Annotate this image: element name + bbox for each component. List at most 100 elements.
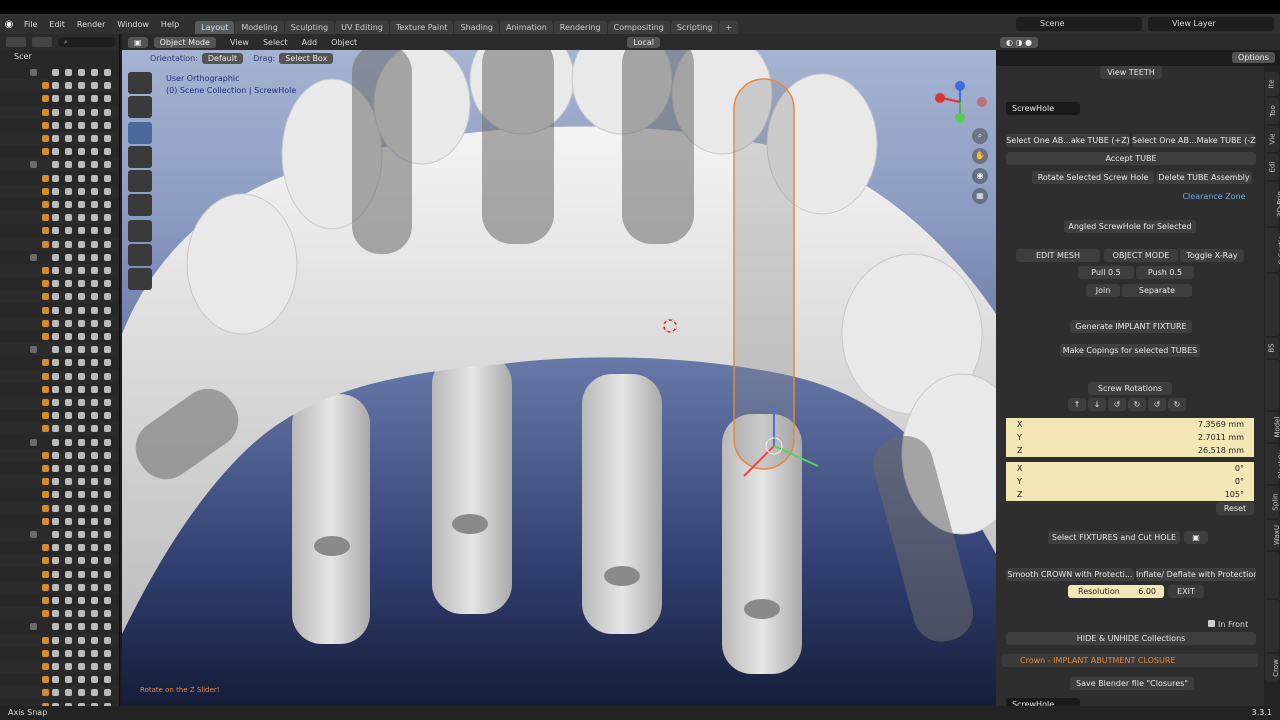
cursor-tool-icon[interactable] (128, 96, 152, 118)
checkbox-icon[interactable] (52, 148, 59, 156)
camera-icon[interactable] (104, 676, 111, 684)
tab-scripting[interactable]: Scripting (670, 21, 719, 34)
camera-icon[interactable] (104, 412, 111, 420)
monitor-icon[interactable] (91, 399, 98, 406)
monitor-icon[interactable] (91, 187, 98, 195)
checkbox-icon[interactable] (52, 544, 59, 552)
outliner-row[interactable] (0, 462, 118, 475)
resolution-field[interactable]: Resolution 6.00 (1068, 585, 1164, 598)
location-z-field[interactable]: Z 26.518 mm (1006, 444, 1254, 457)
checkbox-icon[interactable] (52, 280, 59, 288)
checkbox-icon[interactable] (52, 201, 59, 208)
checkbox-icon[interactable] (52, 253, 59, 261)
sidebar-tab[interactable]: Attachment (1265, 360, 1279, 410)
eye-icon[interactable] (78, 346, 85, 354)
eye-icon[interactable] (78, 95, 85, 103)
select-arrow-icon[interactable] (65, 491, 72, 499)
checkbox-icon[interactable] (52, 174, 59, 182)
rotation-z-field[interactable]: Z 105° (1006, 488, 1254, 501)
sidebar-tab[interactable]: ICP Registratio (1265, 274, 1279, 336)
checkbox-icon[interactable] (52, 161, 59, 169)
eye-icon[interactable] (78, 82, 85, 90)
select-arrow-icon[interactable] (65, 121, 72, 129)
select-arrow-icon[interactable] (65, 544, 72, 552)
scale-tool-icon[interactable] (128, 170, 152, 192)
select-arrow-icon[interactable] (65, 425, 72, 433)
camera-icon[interactable] (104, 108, 111, 116)
checkbox-icon[interactable] (52, 293, 59, 301)
checkbox-icon[interactable] (52, 465, 59, 472)
pull-button[interactable]: Pull 0.5 (1078, 266, 1134, 279)
monitor-icon[interactable] (91, 583, 98, 591)
camera-icon[interactable] (104, 253, 111, 261)
orientation-selector[interactable]: Default (201, 52, 244, 64)
eye-icon[interactable] (78, 267, 85, 274)
select-tool-icon[interactable] (128, 72, 152, 94)
object-mode-button[interactable]: OBJECT MODE (1104, 249, 1178, 262)
outliner-row[interactable] (0, 448, 118, 462)
pan-hand-icon[interactable]: ✋ (972, 148, 988, 164)
checkbox-icon[interactable] (52, 187, 59, 195)
monitor-icon[interactable] (91, 174, 98, 182)
outliner-row[interactable] (0, 594, 118, 607)
outliner-row[interactable] (0, 501, 118, 515)
checkbox-icon[interactable] (52, 478, 59, 486)
camera-icon[interactable] (104, 95, 111, 103)
checkbox-icon[interactable] (52, 623, 59, 631)
monitor-icon[interactable] (91, 267, 98, 274)
eye-icon[interactable] (78, 583, 85, 591)
monitor-icon[interactable] (91, 438, 98, 446)
eye-icon[interactable] (78, 663, 85, 670)
camera-icon[interactable] (104, 399, 111, 406)
outliner-row[interactable] (0, 409, 118, 422)
sidebar-tab[interactable]: Splin (1265, 486, 1280, 518)
hide-unhide-collections-button[interactable]: HIDE & UNHIDE Collections (1006, 632, 1256, 645)
camera-icon[interactable] (104, 280, 111, 288)
scene-selector[interactable]: Scene (1016, 17, 1142, 31)
annotate-tool-icon[interactable] (128, 220, 152, 242)
outliner-row[interactable] (0, 198, 118, 211)
select-arrow-icon[interactable] (65, 69, 72, 76)
select-arrow-icon[interactable] (65, 597, 72, 604)
outliner-row[interactable] (0, 660, 118, 673)
monitor-icon[interactable] (91, 319, 98, 327)
select-arrow-icon[interactable] (65, 610, 72, 618)
select-arrow-icon[interactable] (65, 517, 72, 525)
move-tool-icon[interactable] (128, 122, 152, 144)
eye-icon[interactable] (78, 174, 85, 182)
checkbox-icon[interactable] (52, 135, 59, 142)
monitor-icon[interactable] (91, 570, 98, 578)
outliner-row[interactable] (0, 304, 118, 317)
camera-icon[interactable] (104, 69, 111, 76)
select-arrow-icon[interactable] (65, 676, 72, 684)
select-arrow-icon[interactable] (65, 187, 72, 195)
sidebar-tab[interactable]: Too (1265, 98, 1279, 124)
checkbox-icon[interactable] (52, 214, 59, 222)
eye-icon[interactable] (78, 280, 85, 288)
monitor-icon[interactable] (91, 95, 98, 103)
monitor-icon[interactable] (91, 557, 98, 565)
monitor-icon[interactable] (91, 412, 98, 420)
outliner-search-input[interactable]: ⌕ (58, 37, 116, 47)
camera-icon[interactable]: ◉ (972, 168, 988, 184)
eye-icon[interactable] (78, 372, 85, 380)
checkbox-icon[interactable] (52, 227, 59, 235)
outliner-row[interactable] (0, 541, 118, 554)
eye-icon[interactable] (78, 306, 85, 314)
camera-icon[interactable] (104, 359, 111, 367)
eye-icon[interactable] (78, 201, 85, 208)
sidebar-tab[interactable]: Articulato (1265, 552, 1280, 598)
select-arrow-icon[interactable] (65, 438, 72, 446)
outliner-row[interactable] (0, 515, 118, 528)
monitor-icon[interactable] (91, 385, 98, 393)
monitor-icon[interactable] (91, 333, 98, 340)
outliner-row[interactable] (0, 119, 118, 132)
rotate-up-icon[interactable]: ↑ (1068, 398, 1086, 411)
outliner-row[interactable] (0, 79, 118, 93)
select-arrow-icon[interactable] (65, 623, 72, 631)
checkbox-icon[interactable] (52, 359, 59, 367)
make-copings-button[interactable]: Make Copings for selected TUBES (1060, 344, 1200, 357)
checkbox-icon[interactable] (52, 649, 59, 657)
select-arrow-icon[interactable] (65, 649, 72, 657)
select-tube-plus-z-button[interactable]: Select One AB...ake TUBE (+Z) (1006, 134, 1130, 147)
